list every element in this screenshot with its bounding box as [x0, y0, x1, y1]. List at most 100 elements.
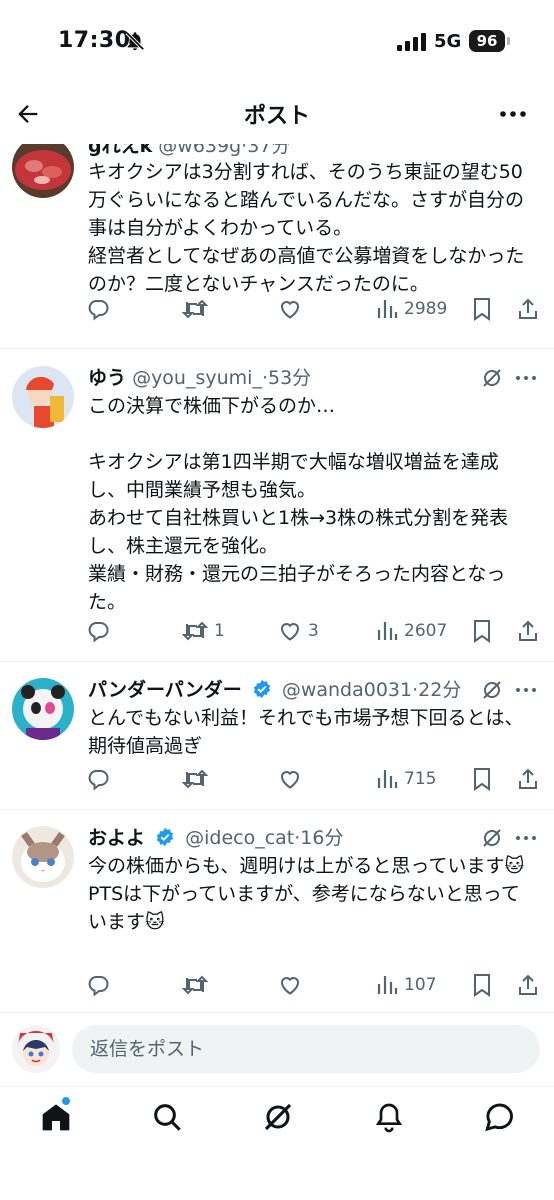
search-icon[interactable]	[151, 1101, 183, 1133]
repost-icon	[182, 975, 208, 995]
my-avatar[interactable]	[12, 1025, 60, 1073]
views-button[interactable]: 2607	[376, 616, 447, 646]
views-icon	[377, 300, 398, 318]
tweet[interactable]: およよ @ideco_cat·16分 今の株価からも、週明けは上がると思っていま…	[0, 810, 554, 1012]
tweet-text: キオクシアは3分割すれば、そのうち東証の望む50万ぐらいになると踏んでいるんだな…	[88, 161, 525, 295]
view-count: 2607	[404, 621, 448, 641]
bookmark-button[interactable]	[472, 764, 492, 794]
views-icon	[377, 770, 398, 788]
share-icon	[519, 620, 537, 641]
views-icon	[377, 976, 398, 994]
bell-slash-icon	[125, 31, 145, 51]
tweet-text: とんでもない利益！それでも市場予想下回るとは、期待値高過ぎ	[88, 707, 524, 757]
bookmark-button[interactable]	[472, 970, 492, 1000]
user-handle[interactable]: @w639g	[158, 144, 241, 157]
bookmark-icon	[474, 298, 490, 321]
tweet-time: 53分	[268, 367, 312, 389]
signal-icon	[397, 33, 426, 51]
reply-timeline: gれえk @w639g·37分 キオクシアは3分割すれば、そのうち東証の望む50…	[0, 144, 554, 1012]
share-icon	[519, 768, 537, 789]
like-button[interactable]	[278, 764, 302, 794]
heart-icon	[280, 977, 300, 995]
tweet[interactable]: ゆう @you_syumi_·53分 この決算で株価下がるのか… キオクシアは第…	[0, 350, 554, 662]
post-header: ポスト	[0, 84, 554, 144]
bookmark-button[interactable]	[472, 294, 492, 324]
messages-icon[interactable]	[484, 1101, 516, 1133]
battery-tip	[507, 37, 510, 45]
reply-composer: 返信をポスト	[0, 1012, 554, 1086]
share-icon	[519, 298, 537, 319]
bookmark-icon	[474, 974, 490, 997]
reply-icon	[88, 622, 109, 643]
user-handle[interactable]: @ideco_cat	[185, 827, 294, 849]
tweet-text: 今の株価からも、週明けは上がると思っています🐱 PTSは下がっていますが、参考に…	[88, 855, 525, 933]
reply-button[interactable]	[86, 970, 110, 1000]
avatar[interactable]	[12, 678, 74, 740]
bookmark-icon	[474, 768, 490, 791]
verified-badge-icon	[156, 827, 174, 847]
reply-icon	[88, 976, 109, 997]
tweet-actions: 1 3 2607	[0, 616, 554, 646]
home-icon[interactable]	[40, 1101, 72, 1133]
reply-button[interactable]	[86, 294, 110, 324]
avatar[interactable]	[12, 826, 74, 888]
view-count: 107	[404, 975, 437, 995]
status-time: 17:30	[58, 28, 131, 53]
notifications-bell-icon[interactable]	[373, 1101, 405, 1133]
tweet-header: パンダーパンダー @wanda0031·22分	[88, 679, 462, 701]
user-name[interactable]: gれえk	[88, 144, 152, 157]
battery-indicator: 96	[469, 30, 505, 52]
verified-badge-icon	[253, 679, 270, 699]
repost-button[interactable]	[182, 764, 208, 794]
grok-icon[interactable]	[262, 1101, 294, 1133]
tweet[interactable]: パンダーパンダー @wanda0031·22分 とんでもない利益！それでも市場予…	[0, 662, 554, 810]
user-name[interactable]: およよ	[88, 827, 145, 849]
avatar[interactable]	[12, 144, 74, 198]
view-count: 2989	[404, 299, 448, 319]
share-button[interactable]	[516, 294, 540, 324]
status-bar: 17:30 5G 96	[0, 0, 554, 84]
more-options-icon[interactable]	[514, 826, 538, 850]
avatar[interactable]	[12, 366, 74, 428]
more-options-icon[interactable]	[514, 678, 538, 702]
tweet-header: およよ @ideco_cat·16分	[88, 827, 344, 849]
views-button[interactable]: 715	[376, 764, 436, 794]
reply-icon	[88, 770, 109, 791]
like-button[interactable]: 3	[278, 616, 319, 646]
tweet-time: 22分	[418, 679, 462, 701]
tweet-text: この決算で株価下がるのか… キオクシアは第1四半期で大幅な増収増益を達成し、中間…	[88, 395, 509, 613]
tweet-header: ゆう @you_syumi_·53分	[88, 367, 312, 389]
tweet-time: 16分	[300, 827, 344, 849]
network-type: 5G	[434, 31, 462, 52]
grok-icon[interactable]	[480, 366, 504, 390]
views-button[interactable]: 107	[376, 970, 436, 1000]
more-options-icon[interactable]	[514, 366, 538, 390]
repost-button[interactable]: 1	[182, 616, 225, 646]
repost-icon	[182, 769, 208, 789]
repost-count: 1	[214, 621, 225, 641]
share-icon	[519, 974, 537, 995]
user-name[interactable]: ゆう	[88, 367, 126, 389]
views-button[interactable]: 2989	[376, 294, 447, 324]
notification-dot	[62, 1097, 70, 1105]
user-handle[interactable]: @you_syumi_	[132, 367, 262, 389]
reply-input[interactable]: 返信をポスト	[72, 1025, 540, 1073]
share-button[interactable]	[516, 616, 540, 646]
user-handle[interactable]: @wanda0031	[282, 679, 412, 701]
share-button[interactable]	[516, 764, 540, 794]
reply-button[interactable]	[86, 764, 110, 794]
grok-icon[interactable]	[480, 678, 504, 702]
more-options-icon[interactable]	[498, 102, 528, 126]
like-button[interactable]	[278, 294, 302, 324]
bookmark-button[interactable]	[472, 616, 492, 646]
heart-icon	[280, 771, 300, 789]
tweet[interactable]: gれえk @w639g·37分 キオクシアは3分割すれば、そのうち東証の望む50…	[0, 144, 554, 349]
grok-icon[interactable]	[480, 826, 504, 850]
share-button[interactable]	[516, 970, 540, 1000]
repost-button[interactable]	[182, 294, 208, 324]
reply-button[interactable]	[86, 616, 110, 646]
user-name[interactable]: パンダーパンダー	[88, 679, 242, 701]
tweet-actions: 2989	[0, 294, 554, 324]
repost-button[interactable]	[182, 970, 208, 1000]
like-button[interactable]	[278, 970, 302, 1000]
